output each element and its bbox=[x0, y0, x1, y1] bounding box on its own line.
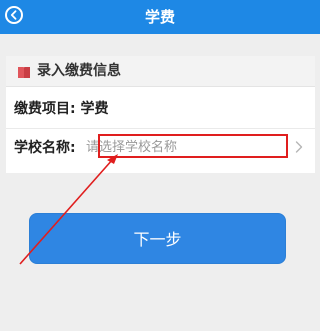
annotation-arrow bbox=[19, 154, 118, 265]
